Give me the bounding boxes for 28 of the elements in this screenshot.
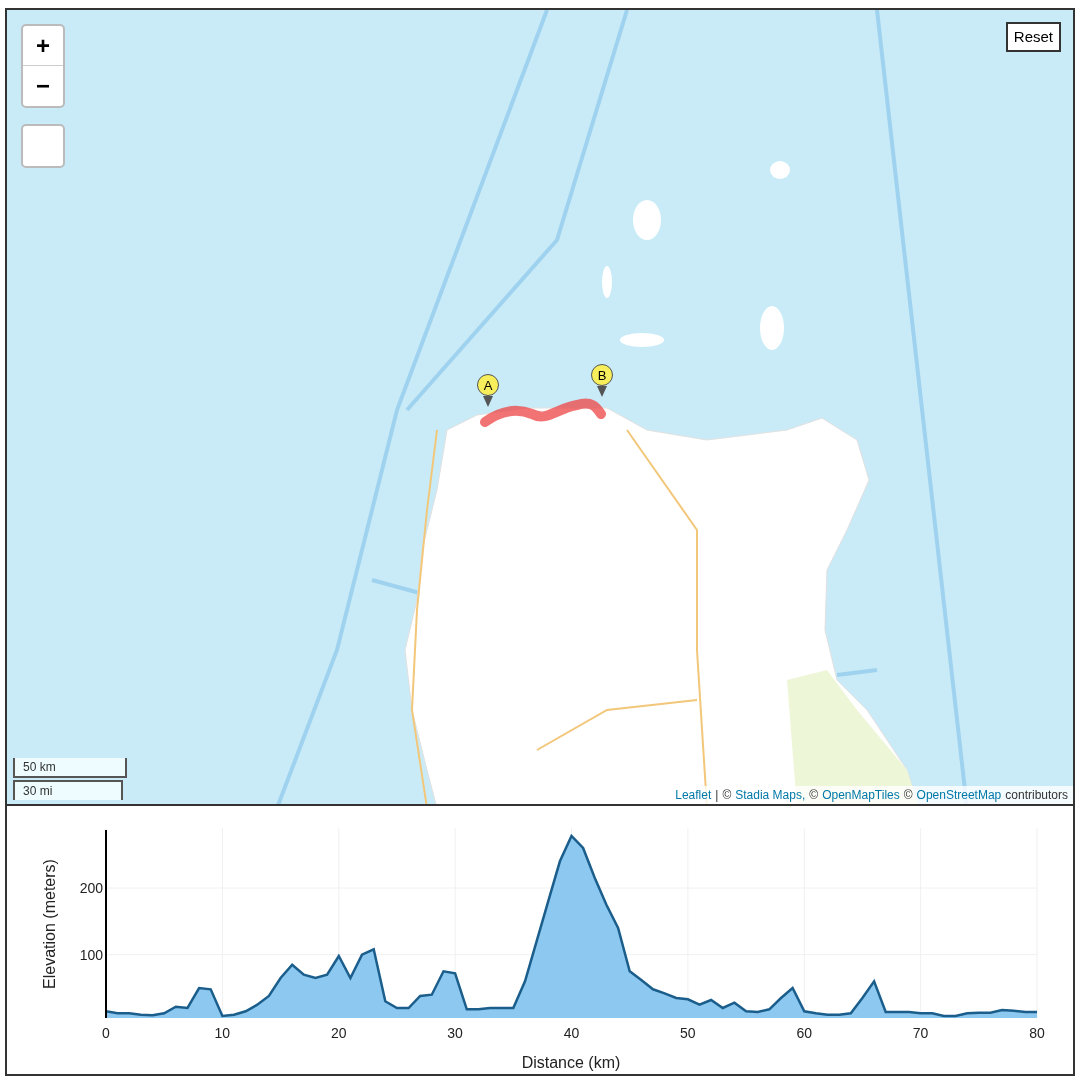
x-tick-label: 50 [680, 1025, 696, 1041]
scale-bar: 30 mi [13, 780, 123, 800]
y-axis-title: Elevation (meters) [41, 859, 58, 989]
attribution-text: © [722, 787, 732, 804]
y-tick-label: 100 [79, 946, 103, 963]
x-tick-label: 20 [330, 1025, 347, 1041]
zoom-out-button[interactable]: − [23, 66, 63, 106]
x-tick-label: 70 [912, 1025, 929, 1041]
x-tick-label: 10 [214, 1025, 231, 1041]
attribution-link[interactable]: Leaflet [675, 786, 712, 804]
attribution-text: © [809, 787, 819, 804]
x-tick-label: 40 [563, 1025, 580, 1041]
x-tick-label: 60 [796, 1025, 813, 1041]
zoom-in-button[interactable]: + [23, 26, 63, 66]
scale-bar: 50 km [13, 758, 127, 778]
control-button[interactable] [21, 124, 65, 168]
x-axis-title: Distance (km) [521, 1054, 621, 1071]
attribution-link[interactable]: Stadia Maps, [735, 786, 806, 804]
x-tick-label: 80 [1029, 1025, 1045, 1041]
attribution-text: | [715, 787, 719, 804]
attribution-text: contributors [1005, 787, 1068, 804]
x-tick-label: 30 [447, 1025, 463, 1041]
reset-button[interactable]: Reset [1005, 22, 1061, 52]
attribution-link[interactable]: OpenMapTiles [822, 786, 900, 804]
x-tick-label: 0 [102, 1025, 110, 1041]
y-tick-label: 200 [79, 880, 103, 896]
attribution-text: © [903, 787, 913, 804]
attribution-link[interactable]: OpenStreetMap [916, 786, 1002, 804]
